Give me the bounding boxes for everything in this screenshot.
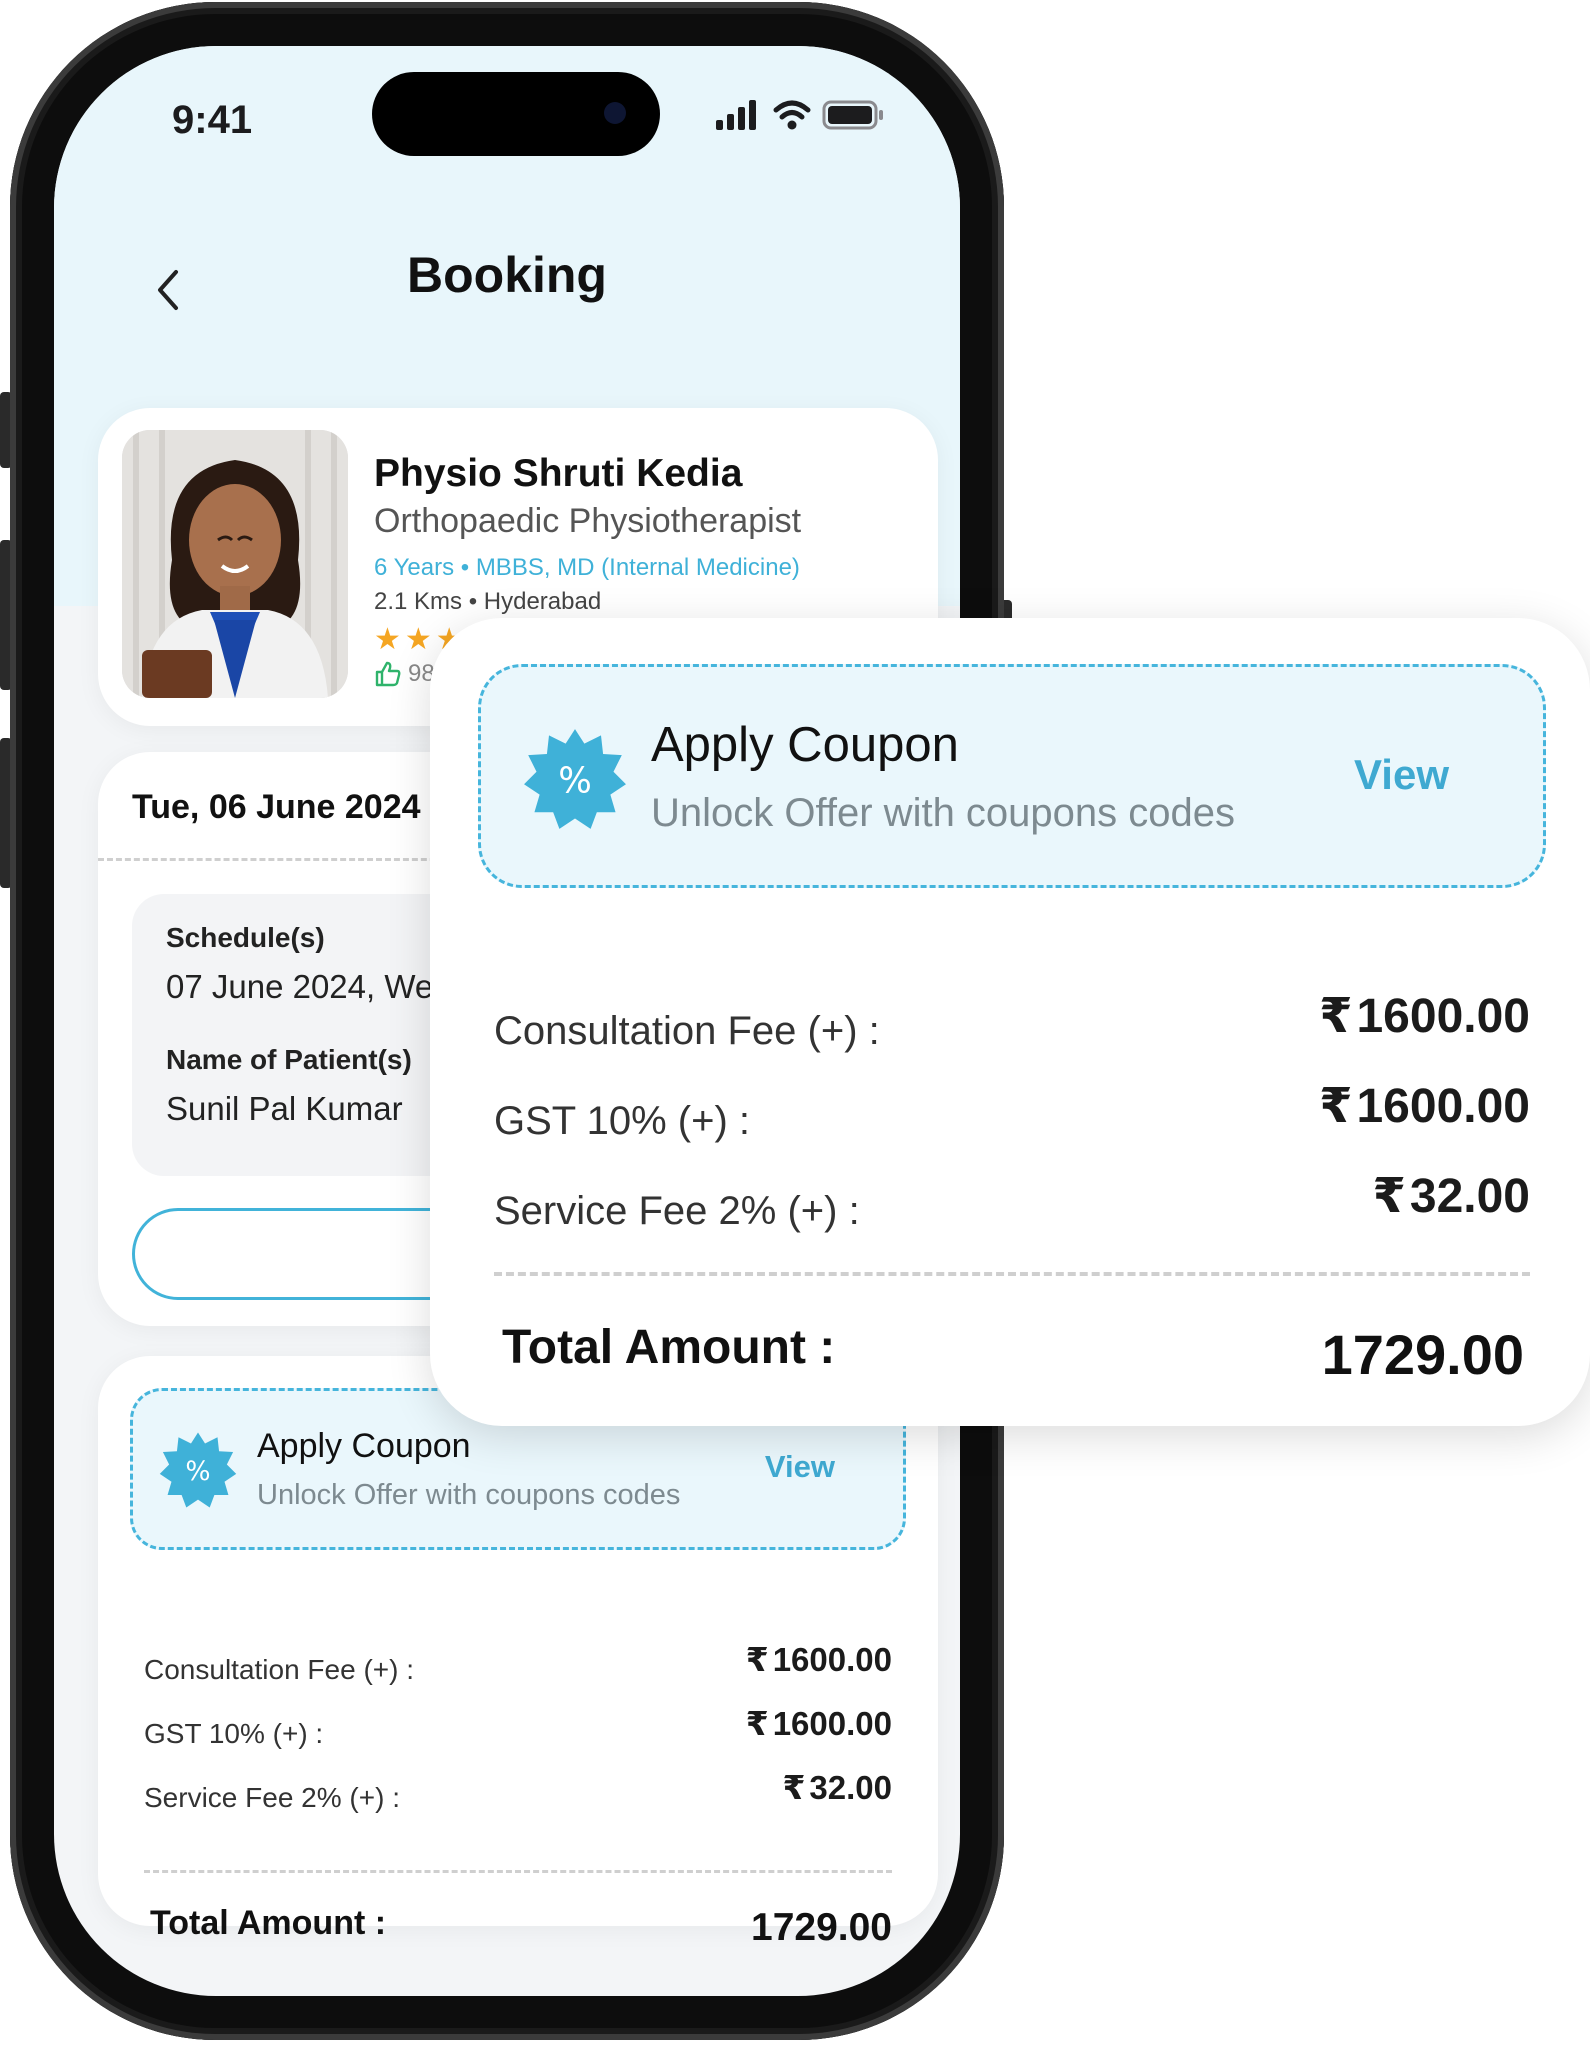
doctor-location: 2.1 Kms • Hyderabad [374, 588, 602, 615]
booking-date: Tue, 06 June 2024 [132, 788, 421, 826]
doctor-name: Physio Shruti Kedia [374, 452, 743, 495]
fee-amount: 32.00 [1409, 1170, 1530, 1223]
fee-row-service: Service Fee 2% (+) : ₹32.00 [144, 1768, 892, 1814]
discount-badge-icon: % [524, 729, 626, 829]
fee-label: Consultation Fee (+) : [144, 1654, 415, 1685]
patient-value: Sunil Pal Kumar [166, 1090, 403, 1127]
billing-card: % Apply Coupon Unlock Offer with coupons… [98, 1356, 938, 1949]
fee-value: ₹1600.00 [746, 1640, 892, 1679]
total-value: 1729.00 [1321, 1323, 1524, 1386]
fee-amount: 1600.00 [772, 1641, 892, 1678]
fee-label: Consultation Fee (+) : [494, 1009, 880, 1053]
rupee-symbol: ₹ [782, 1769, 806, 1806]
coupon-view-link[interactable]: View [1354, 751, 1449, 799]
fee-value: ₹1600.00 [746, 1704, 892, 1743]
schedule-label: Schedule(s) [166, 922, 325, 953]
total-value: 1729.00 [751, 1906, 892, 1949]
fee-row-consultation: Consultation Fee (+) : ₹1600.00 [144, 1640, 892, 1686]
fee-amount: 1600.00 [772, 1705, 892, 1742]
total-label: Total Amount : [502, 1321, 836, 1374]
status-time: 9:41 [172, 98, 253, 142]
battery-icon [822, 100, 883, 130]
fee-label: Service Fee 2% (+) : [144, 1782, 400, 1813]
fee-row-gst: GST 10% (+) : ₹1600.00 [494, 1078, 1530, 1144]
total-label: Total Amount : [150, 1904, 387, 1942]
rupee-symbol: ₹ [745, 1705, 769, 1742]
signal-icon [716, 100, 756, 130]
apply-coupon-box[interactable]: % Apply Coupon Unlock Offer with coupons… [478, 664, 1546, 888]
rupee-symbol: ₹ [745, 1641, 769, 1678]
fee-value: ₹1600.00 [1319, 988, 1530, 1044]
likes: 98 [374, 660, 435, 688]
fee-amount: 32.00 [809, 1769, 892, 1806]
fee-label: Service Fee 2% (+) : [494, 1189, 860, 1233]
thumbs-up-icon [375, 661, 401, 687]
fee-value: ₹32.00 [1372, 1168, 1530, 1224]
coupon-title: Apply Coupon [651, 718, 959, 772]
wifi-icon [773, 100, 811, 130]
discount-badge-symbol: % [558, 761, 592, 802]
billing-card-zoomed: % Apply Coupon Unlock Offer with coupons… [430, 618, 1590, 1426]
front-camera [604, 102, 626, 124]
status-icons [714, 94, 894, 134]
fee-row-service: Service Fee 2% (+) : ₹32.00 [494, 1168, 1530, 1234]
fee-label: GST 10% (+) : [494, 1099, 751, 1143]
coupon-view-link[interactable]: View [765, 1449, 835, 1485]
discount-badge-icon: % [159, 1432, 237, 1508]
discount-badge-symbol: % [185, 1456, 210, 1487]
rupee-symbol: ₹ [1319, 1080, 1353, 1133]
page-title: Booking [407, 247, 607, 303]
coupon-subtitle: Unlock Offer with coupons codes [257, 1479, 681, 1511]
divider [144, 1870, 892, 1873]
fee-value: ₹1600.00 [1319, 1078, 1530, 1134]
doctor-qualifications: 6 Years • MBBS, MD (Internal Medicine) [374, 554, 800, 581]
fee-value: ₹32.00 [782, 1768, 892, 1807]
divider [494, 1272, 1530, 1276]
schedule-value: 07 June 2024, We [166, 968, 434, 1005]
fee-label: GST 10% (+) : [144, 1718, 324, 1749]
fee-amount: 1600.00 [1356, 990, 1530, 1043]
patient-label: Name of Patient(s) [166, 1044, 412, 1075]
rupee-symbol: ₹ [1319, 990, 1353, 1043]
fee-amount: 1600.00 [1356, 1080, 1530, 1133]
dynamic-island [372, 72, 660, 156]
coupon-title: Apply Coupon [257, 1427, 471, 1465]
doctor-specialty: Orthopaedic Physiotherapist [374, 502, 802, 540]
coupon-subtitle: Unlock Offer with coupons codes [651, 791, 1236, 835]
fee-row-gst: GST 10% (+) : ₹1600.00 [144, 1704, 892, 1750]
doctor-photo [122, 430, 348, 698]
rupee-symbol: ₹ [1372, 1170, 1406, 1223]
fee-row-consultation: Consultation Fee (+) : ₹1600.00 [494, 988, 1530, 1054]
